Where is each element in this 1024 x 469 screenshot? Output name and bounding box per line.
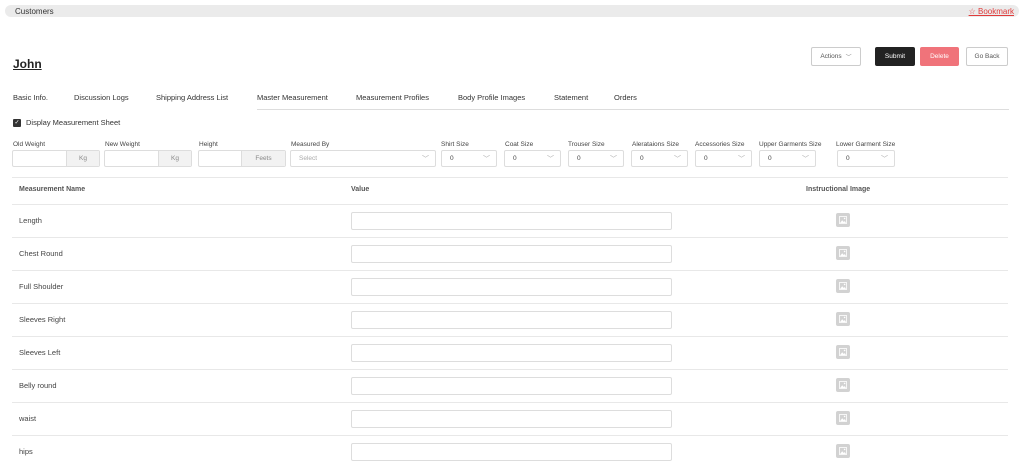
column-header-instructional-image: Instructional Image xyxy=(806,186,871,193)
height-field[interactable]: Feets xyxy=(198,150,286,167)
measurement-value-input[interactable] xyxy=(351,410,672,428)
image-placeholder-icon[interactable] xyxy=(836,279,850,293)
chevron-down-icon: ﹀ xyxy=(674,156,681,163)
old-weight-field[interactable]: Kg xyxy=(12,150,100,167)
delete-button[interactable]: Delete xyxy=(920,47,959,66)
image-placeholder-icon[interactable] xyxy=(836,312,850,326)
trouser-size-label: Trouser Size xyxy=(568,141,605,148)
breadcrumb-current[interactable]: Customers xyxy=(15,7,54,16)
new-weight-label: New Weight xyxy=(105,141,140,148)
image-placeholder-icon[interactable] xyxy=(836,213,850,227)
upper-garments-size-select[interactable]: 0 ﹀ xyxy=(759,150,816,167)
measurement-value-input[interactable] xyxy=(351,377,672,395)
tab-measurement-profiles[interactable]: Measurement Profiles xyxy=(356,93,429,102)
bookmark-link[interactable]: ☆ Bookmark xyxy=(969,7,1014,16)
lower-garment-size-value: 0 xyxy=(846,155,850,162)
tab-orders[interactable]: Orders xyxy=(614,93,637,102)
shirt-size-value: 0 xyxy=(450,155,454,162)
chevron-down-icon: ﹀ xyxy=(610,156,617,163)
measurement-name: Chest Round xyxy=(19,249,63,258)
chevron-down-icon: ﹀ xyxy=(845,55,852,61)
upper-garments-size-label: Upper Garments Size xyxy=(759,141,822,148)
old-weight-unit: Kg xyxy=(66,151,99,166)
old-weight-label: Old Weight xyxy=(13,141,46,148)
measurement-name: Sleeves Left xyxy=(19,348,61,357)
trouser-size-select[interactable]: 0 ﹀ xyxy=(568,150,624,167)
row-divider xyxy=(12,435,1008,436)
measurement-value-input[interactable] xyxy=(351,278,672,296)
breadcrumb: Customers ☆ Bookmark xyxy=(5,5,1019,17)
trouser-size-value: 0 xyxy=(577,155,581,162)
alterations-size-label: Alerataions Size xyxy=(632,141,679,148)
row-divider xyxy=(12,303,1008,304)
tab-discussion-logs[interactable]: Discussion Logs xyxy=(74,93,129,102)
measurement-value-input[interactable] xyxy=(351,311,672,329)
tab-master-measurement[interactable]: Master Measurement xyxy=(257,93,328,110)
height-unit: Feets xyxy=(241,151,285,166)
display-measurement-sheet: ✓ Display Measurement Sheet xyxy=(13,118,120,127)
measurement-name: Length xyxy=(19,216,42,225)
image-placeholder-icon[interactable] xyxy=(836,345,850,359)
measurement-value-input[interactable] xyxy=(351,212,672,230)
tab-body-profile-images[interactable]: Body Profile Images xyxy=(458,93,525,102)
measurement-name: Sleeves Right xyxy=(19,315,66,324)
tab-statement[interactable]: Statement xyxy=(554,93,588,102)
measured-by-placeholder: Select xyxy=(299,155,318,162)
chevron-down-icon: ﹀ xyxy=(738,156,745,163)
shirt-size-select[interactable]: 0 ﹀ xyxy=(441,150,497,167)
chevron-down-icon: ﹀ xyxy=(881,156,888,163)
chevron-down-icon: ﹀ xyxy=(483,156,490,163)
column-header-value: Value xyxy=(351,186,370,193)
tab-basic-info[interactable]: Basic Info. xyxy=(13,93,48,102)
accessories-size-value: 0 xyxy=(704,155,708,162)
measurement-name: Full Shoulder xyxy=(19,282,64,291)
display-measurement-sheet-label: Display Measurement Sheet xyxy=(26,118,121,127)
new-weight-field[interactable]: Kg xyxy=(104,150,192,167)
measurement-value-input[interactable] xyxy=(351,245,672,263)
column-header-measurement-name: Measurement Name xyxy=(19,186,86,193)
go-back-button[interactable]: Go Back xyxy=(966,47,1008,66)
measurement-name: Belly round xyxy=(19,381,57,390)
image-placeholder-icon[interactable] xyxy=(836,444,850,458)
row-divider xyxy=(12,237,1008,238)
checkbox-checked-icon[interactable]: ✓ xyxy=(13,118,21,127)
chevron-down-icon: ﹀ xyxy=(422,156,429,163)
new-weight-unit: Kg xyxy=(158,151,191,166)
actions-label: Actions xyxy=(820,53,842,60)
lower-garment-size-label: Lower Garment Size xyxy=(836,141,896,148)
row-divider xyxy=(12,204,1008,205)
table-top-divider xyxy=(12,177,1008,178)
accessories-size-select[interactable]: 0 ﹀ xyxy=(695,150,752,167)
image-placeholder-icon[interactable] xyxy=(836,246,850,260)
actions-dropdown[interactable]: Actions ﹀ xyxy=(811,47,861,66)
page-title: John xyxy=(13,57,42,71)
measured-by-label: Measured By xyxy=(291,141,330,148)
row-divider xyxy=(12,369,1008,370)
chevron-down-icon: ﹀ xyxy=(802,156,809,163)
coat-size-select[interactable]: 0 ﹀ xyxy=(504,150,561,167)
height-label: Height xyxy=(199,141,218,148)
coat-size-value: 0 xyxy=(513,155,517,162)
accessories-size-label: Accessories Size xyxy=(695,141,745,148)
row-divider xyxy=(12,336,1008,337)
tabs-divider xyxy=(257,109,1009,110)
row-divider xyxy=(12,402,1008,403)
measurement-value-input[interactable] xyxy=(351,344,672,362)
measurement-name: hips xyxy=(19,447,33,456)
alterations-size-value: 0 xyxy=(640,155,644,162)
chevron-down-icon: ﹀ xyxy=(547,156,554,163)
submit-button[interactable]: Submit xyxy=(875,47,915,66)
row-divider xyxy=(12,270,1008,271)
measurement-value-input[interactable] xyxy=(351,443,672,461)
coat-size-label: Coat Size xyxy=(505,141,534,148)
lower-garment-size-select[interactable]: 0 ﹀ xyxy=(837,150,895,167)
image-placeholder-icon[interactable] xyxy=(836,378,850,392)
shirt-size-label: Shirt Size xyxy=(441,141,469,148)
measurement-name: waist xyxy=(19,414,37,423)
image-placeholder-icon[interactable] xyxy=(836,411,850,425)
alterations-size-select[interactable]: 0 ﹀ xyxy=(631,150,688,167)
measured-by-select[interactable]: Select ﹀ xyxy=(290,150,436,167)
tab-shipping-address-list[interactable]: Shipping Address List xyxy=(156,93,228,102)
upper-garments-size-value: 0 xyxy=(768,155,772,162)
